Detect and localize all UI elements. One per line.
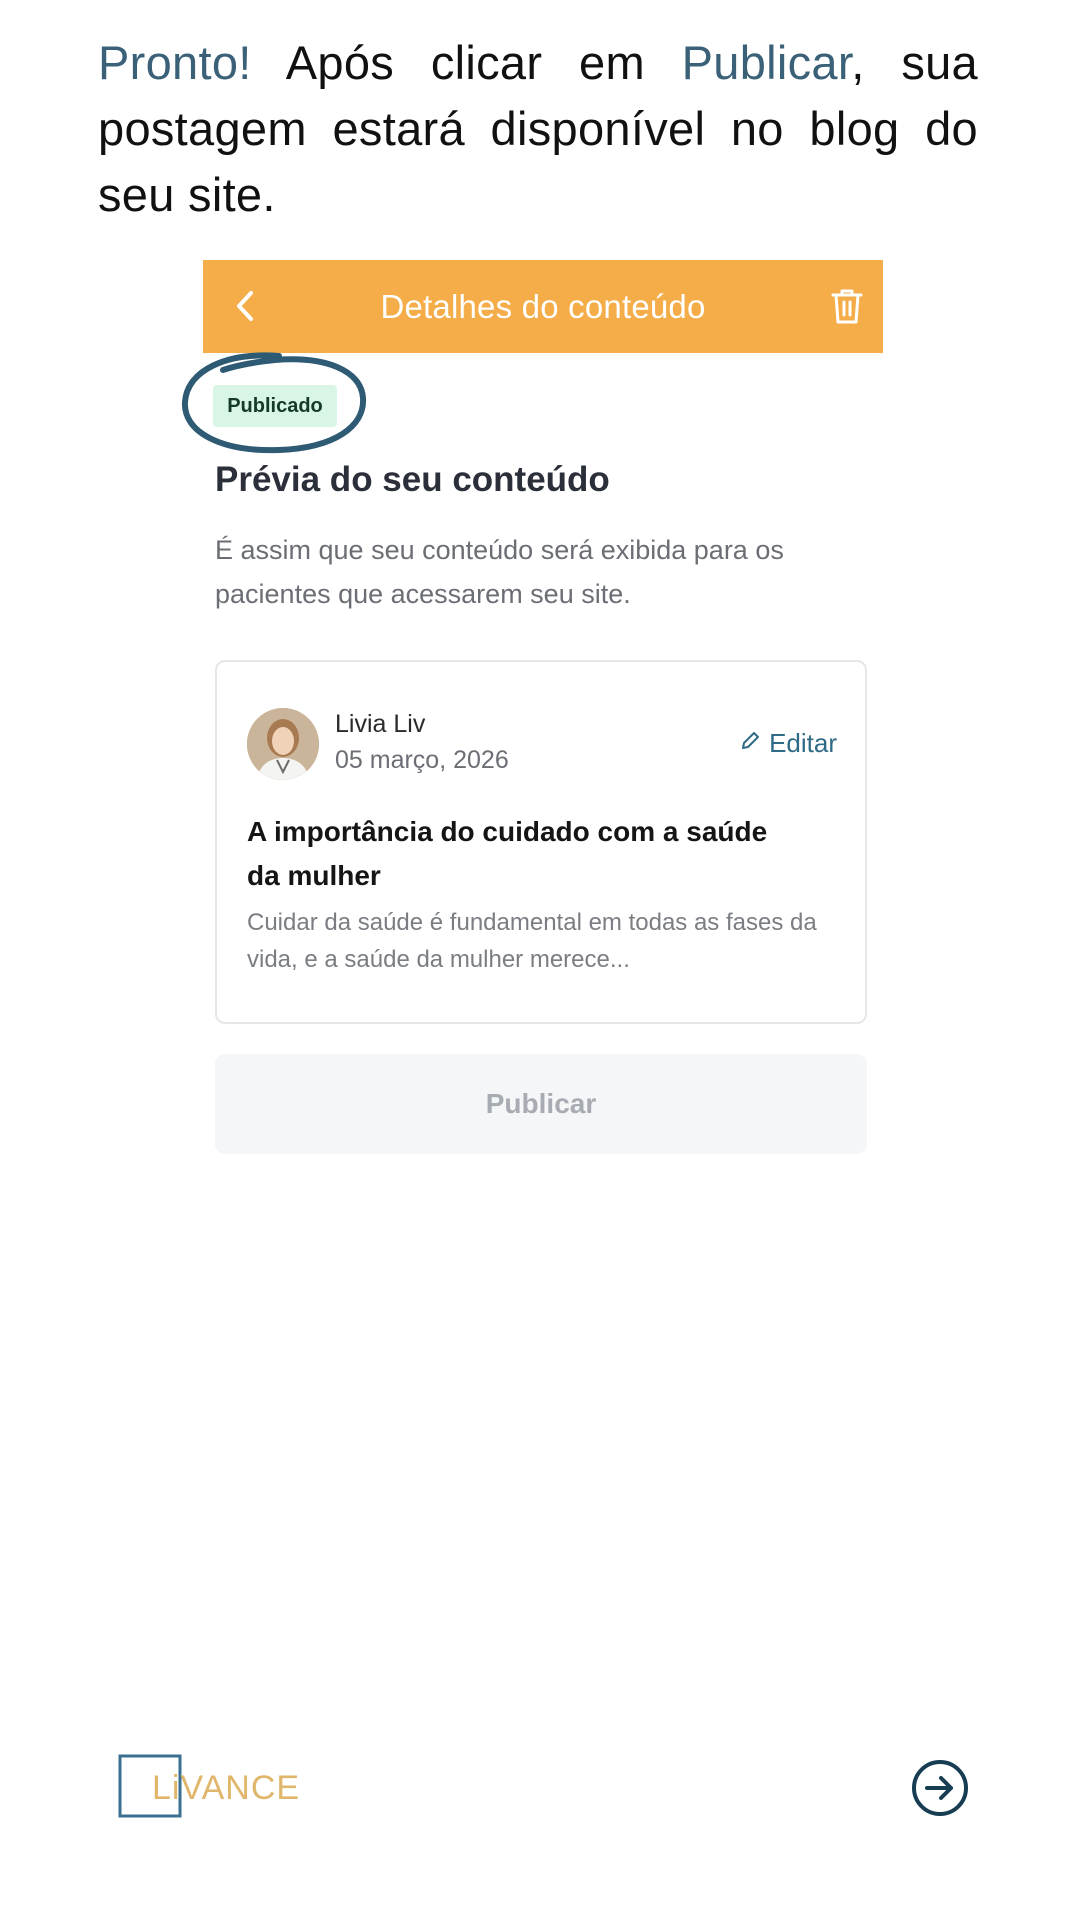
- intro-highlight-publicar: Publicar: [681, 36, 852, 89]
- livance-logo: LiVANCE: [118, 1754, 300, 1818]
- post-excerpt: Cuidar da saúde é fundamental em todas a…: [247, 909, 817, 973]
- status-badge: Publicado: [213, 385, 337, 427]
- post-preview-card: Livia Liv 05 março, 2026 Editar A import…: [215, 660, 867, 1024]
- post-date: 05 março, 2026: [335, 746, 509, 774]
- preview-title: Prévia do seu conteúdo: [215, 460, 610, 499]
- svg-text:LiVANCE: LiVANCE: [152, 1769, 300, 1807]
- post-title: A importância do cuidado com a saúde da …: [247, 816, 768, 891]
- publish-button[interactable]: Publicar: [215, 1054, 867, 1154]
- header-title: Detalhes do conteúdo: [380, 287, 706, 325]
- preview-description: É assim que seu conteúdo será exibida pa…: [215, 535, 784, 609]
- edit-label: Editar: [769, 728, 837, 758]
- edit-button[interactable]: Editar: [739, 728, 837, 759]
- intro-text: Pronto! Após clicar em Publicar, sua pos…: [98, 30, 978, 228]
- app-screenshot: Detalhes do conteúdo Publicado Prévia do…: [181, 260, 883, 1180]
- pencil-icon: [739, 728, 761, 759]
- chevron-left-icon[interactable]: [223, 284, 267, 328]
- intro-text-part1: Após clicar em: [251, 36, 682, 89]
- header-bar: Detalhes do conteúdo: [203, 260, 883, 353]
- intro-highlight-pronto: Pronto!: [98, 36, 252, 89]
- arrow-right-circle-icon[interactable]: [910, 1758, 970, 1818]
- avatar: [247, 708, 319, 780]
- trash-icon[interactable]: [823, 282, 871, 330]
- author-name: Livia Liv: [335, 710, 426, 738]
